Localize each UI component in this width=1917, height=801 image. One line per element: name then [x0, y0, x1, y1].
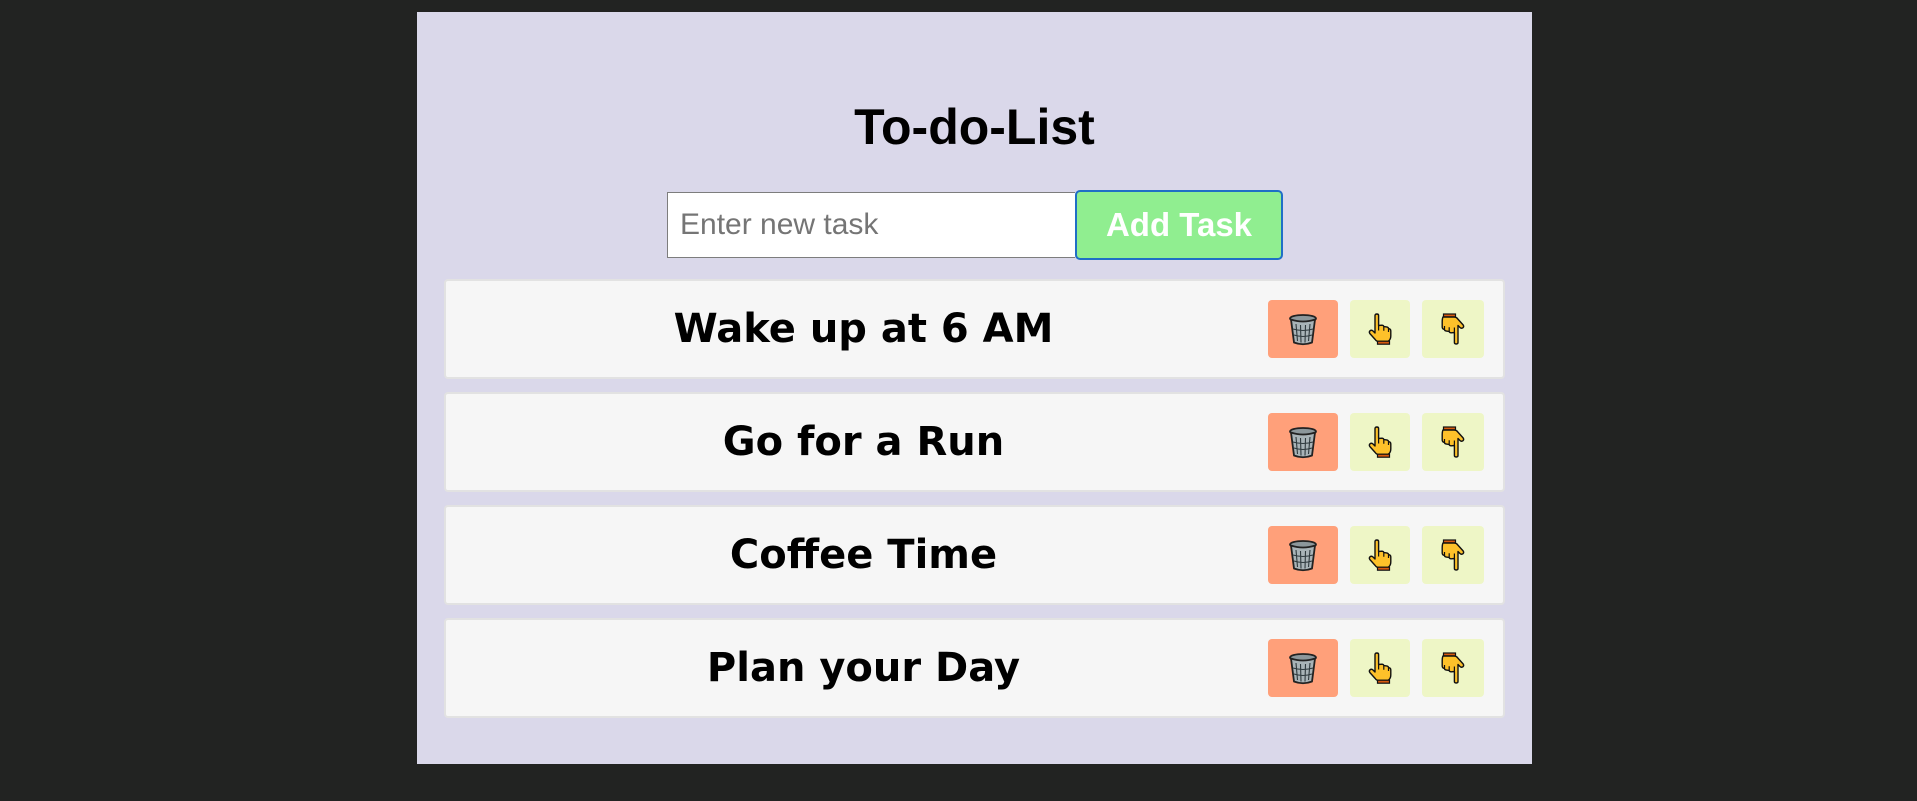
- hand-pointing-up-icon: [1367, 426, 1393, 458]
- delete-task-button[interactable]: [1268, 300, 1338, 358]
- move-up-button[interactable]: [1350, 413, 1410, 471]
- hand-pointing-down-icon: [1440, 539, 1466, 571]
- move-down-button[interactable]: [1422, 639, 1484, 697]
- wastebasket-icon: [1287, 312, 1319, 346]
- task-text: Plan your Day: [706, 645, 1021, 691]
- delete-task-button[interactable]: [1268, 413, 1338, 471]
- task-item: Plan your Day: [444, 618, 1505, 718]
- todo-card: To-do-List Add Task Wake up at 6 AM Go f…: [417, 12, 1532, 764]
- move-up-button[interactable]: [1350, 526, 1410, 584]
- add-task-button[interactable]: Add Task: [1075, 190, 1283, 260]
- task-item: Coffee Time: [444, 505, 1505, 605]
- task-text: Coffee Time: [729, 532, 998, 578]
- new-task-form: Add Task: [667, 190, 1283, 260]
- hand-pointing-up-icon: [1367, 652, 1393, 684]
- move-down-button[interactable]: [1422, 526, 1484, 584]
- task-list: Wake up at 6 AM Go for a Run Coffee Time…: [444, 279, 1505, 731]
- hand-pointing-up-icon: [1367, 539, 1393, 571]
- hand-pointing-down-icon: [1440, 313, 1466, 345]
- delete-task-button[interactable]: [1268, 639, 1338, 697]
- task-text: Go for a Run: [722, 419, 1005, 465]
- move-down-button[interactable]: [1422, 300, 1484, 358]
- hand-pointing-down-icon: [1440, 652, 1466, 684]
- wastebasket-icon: [1287, 651, 1319, 685]
- hand-pointing-up-icon: [1367, 313, 1393, 345]
- task-item: Go for a Run: [444, 392, 1505, 492]
- hand-pointing-down-icon: [1440, 426, 1466, 458]
- move-up-button[interactable]: [1350, 639, 1410, 697]
- task-item: Wake up at 6 AM: [444, 279, 1505, 379]
- delete-task-button[interactable]: [1268, 526, 1338, 584]
- move-up-button[interactable]: [1350, 300, 1410, 358]
- wastebasket-icon: [1287, 538, 1319, 572]
- move-down-button[interactable]: [1422, 413, 1484, 471]
- task-text: Wake up at 6 AM: [673, 306, 1054, 352]
- wastebasket-icon: [1287, 425, 1319, 459]
- new-task-input[interactable]: [667, 192, 1075, 258]
- page-title: To-do-List: [854, 99, 1095, 155]
